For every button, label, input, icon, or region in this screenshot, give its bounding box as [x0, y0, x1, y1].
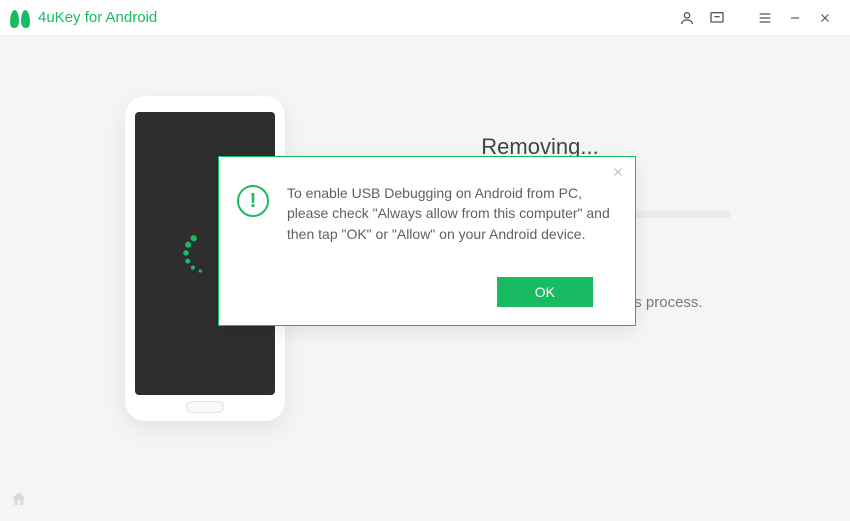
feedback-icon[interactable]	[702, 3, 732, 33]
ok-button[interactable]: OK	[497, 277, 593, 307]
close-button[interactable]	[810, 3, 840, 33]
dialog-message: To enable USB Debugging on Android from …	[287, 183, 617, 244]
dialog-close-button[interactable]	[611, 163, 625, 184]
account-icon[interactable]	[672, 3, 702, 33]
device-home-button-icon	[186, 401, 224, 413]
app-title: 4uKey for Android	[38, 9, 157, 26]
main-area: Removing... Note: Do not disconnect your…	[0, 36, 850, 521]
menu-icon[interactable]	[750, 3, 780, 33]
app-logo-icon	[10, 9, 30, 27]
titlebar: 4uKey for Android	[0, 0, 850, 36]
alert-icon: !	[237, 185, 269, 217]
usb-debugging-dialog: ! To enable USB Debugging on Android fro…	[218, 156, 636, 326]
home-icon[interactable]	[10, 490, 28, 513]
minimize-button[interactable]	[780, 3, 810, 33]
